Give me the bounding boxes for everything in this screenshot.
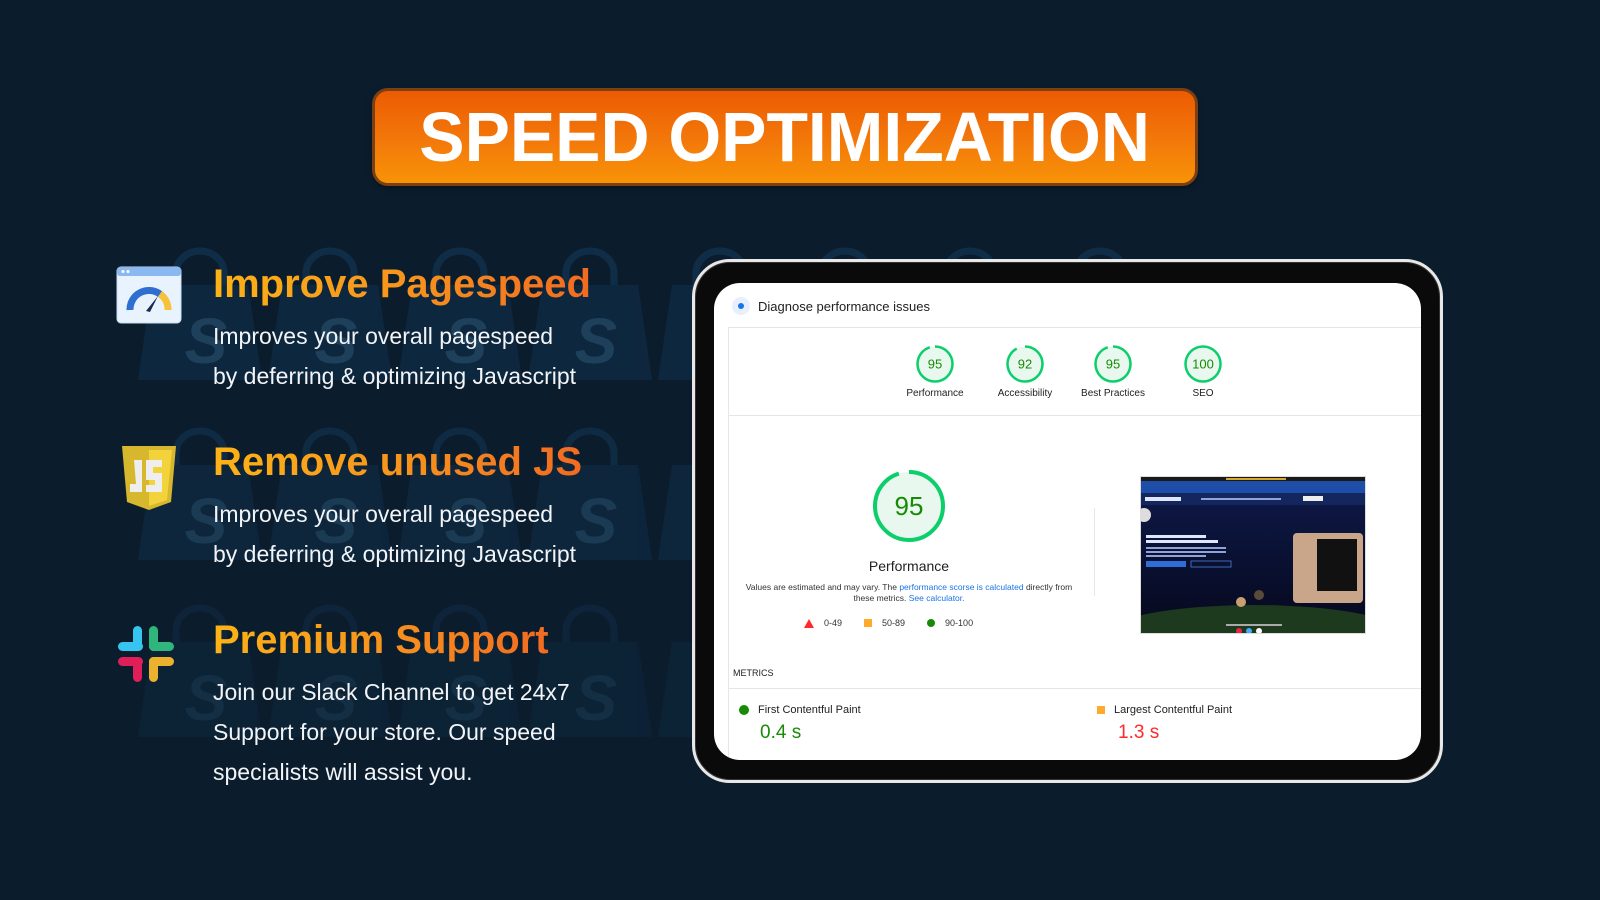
see-calculator-link[interactable]: See calculator. xyxy=(909,593,965,603)
main-performance-gauge: 95 xyxy=(849,468,969,549)
green-circle-icon xyxy=(927,619,936,627)
feature-description-line: Improves your overall pagespeed xyxy=(213,323,554,349)
report-header-title: Diagnose performance issues xyxy=(758,298,930,314)
feature-premium-support: Premium Support Join our Slack Channel t… xyxy=(116,618,676,798)
feature-improve-pagespeed: Improve Pagespeed Improves your overall … xyxy=(116,262,676,402)
score-gauge-performance[interactable]: 95 Performance xyxy=(895,344,975,399)
metric-value: 1.3 s xyxy=(1118,722,1160,743)
page-title: SPEED OPTIMIZATION xyxy=(419,98,1151,176)
metric-largest-contentful-paint: Largest Contentful Paint 1.3 s xyxy=(1097,704,1232,744)
legend-fail: 0-49 xyxy=(804,618,842,628)
feature-description-line: by deferring & optimizing Javascript xyxy=(213,541,577,567)
performance-score-link[interactable]: performance scorse is calculated xyxy=(899,582,1023,592)
website-preview-thumbnail xyxy=(1140,476,1366,634)
report-panel: 95 Performance 92 Accessibility 95 Best … xyxy=(728,327,1421,760)
green-circle-icon xyxy=(739,705,749,715)
main-performance-label: Performance xyxy=(868,558,950,574)
orange-square-icon xyxy=(864,619,873,627)
metric-value: 0.4 s xyxy=(760,722,802,743)
feature-title: Improve Pagespeed xyxy=(213,262,591,306)
score-gauge-best-practices[interactable]: 95 Best Practices xyxy=(1073,344,1153,399)
feature-title: Premium Support xyxy=(213,618,549,662)
pagespeed-gauge-icon xyxy=(116,266,182,332)
vertical-divider xyxy=(1094,508,1095,596)
feature-description-line: specialists will assist you. xyxy=(213,759,473,785)
feature-description-line: Improves your overall pagespeed xyxy=(213,501,554,527)
score-legend: 0-49 50-89 90-100 xyxy=(804,618,973,628)
score-label: Performance xyxy=(906,388,964,399)
gauge-score-text: 95 xyxy=(928,357,942,372)
diagnose-icon xyxy=(732,297,750,315)
orange-square-icon xyxy=(1097,706,1105,714)
score-label: Accessibility xyxy=(997,388,1053,399)
metric-first-contentful-paint: First Contentful Paint 0.4 s xyxy=(739,704,861,744)
pagespeed-report-screen: Diagnose performance issues 95 Performan… xyxy=(714,283,1421,760)
legend-average: 50-89 xyxy=(864,618,905,628)
feature-remove-unused-js: Remove unused JS Improves your overall p… xyxy=(116,440,676,580)
title-banner: SPEED OPTIMIZATION xyxy=(372,88,1198,186)
score-label: SEO xyxy=(1192,388,1214,399)
feature-title: Remove unused JS xyxy=(213,440,583,484)
metrics-divider xyxy=(729,688,1421,689)
feature-description-line: Join our Slack Channel to get 24x7 xyxy=(213,679,570,705)
gauge-score-text: 92 xyxy=(1018,357,1032,372)
gauge-score-text: 95 xyxy=(895,491,924,521)
metrics-heading: METRICS xyxy=(733,668,774,678)
gauge-score-text: 100 xyxy=(1192,357,1214,372)
red-triangle-icon xyxy=(804,618,814,628)
category-scores: 95 Performance 92 Accessibility 95 Best … xyxy=(729,328,1421,416)
score-gauge-seo[interactable]: 100 SEO xyxy=(1163,344,1243,399)
score-note: Values are estimated and may vary. The p… xyxy=(745,582,1073,603)
tablet-mockup: Diagnose performance issues 95 Performan… xyxy=(692,259,1443,783)
feature-description-line: by deferring & optimizing Javascript xyxy=(213,363,577,389)
score-gauge-accessibility[interactable]: 92 Accessibility xyxy=(985,344,1065,399)
score-label: Best Practices xyxy=(1081,388,1145,399)
javascript-shield-icon xyxy=(116,444,182,510)
legend-pass: 90-100 xyxy=(927,618,973,628)
feature-description-line: Support for your store. Our speed xyxy=(213,719,556,745)
report-header: Diagnose performance issues xyxy=(732,297,930,315)
gauge-score-text: 95 xyxy=(1106,357,1120,372)
slack-icon xyxy=(116,624,182,690)
